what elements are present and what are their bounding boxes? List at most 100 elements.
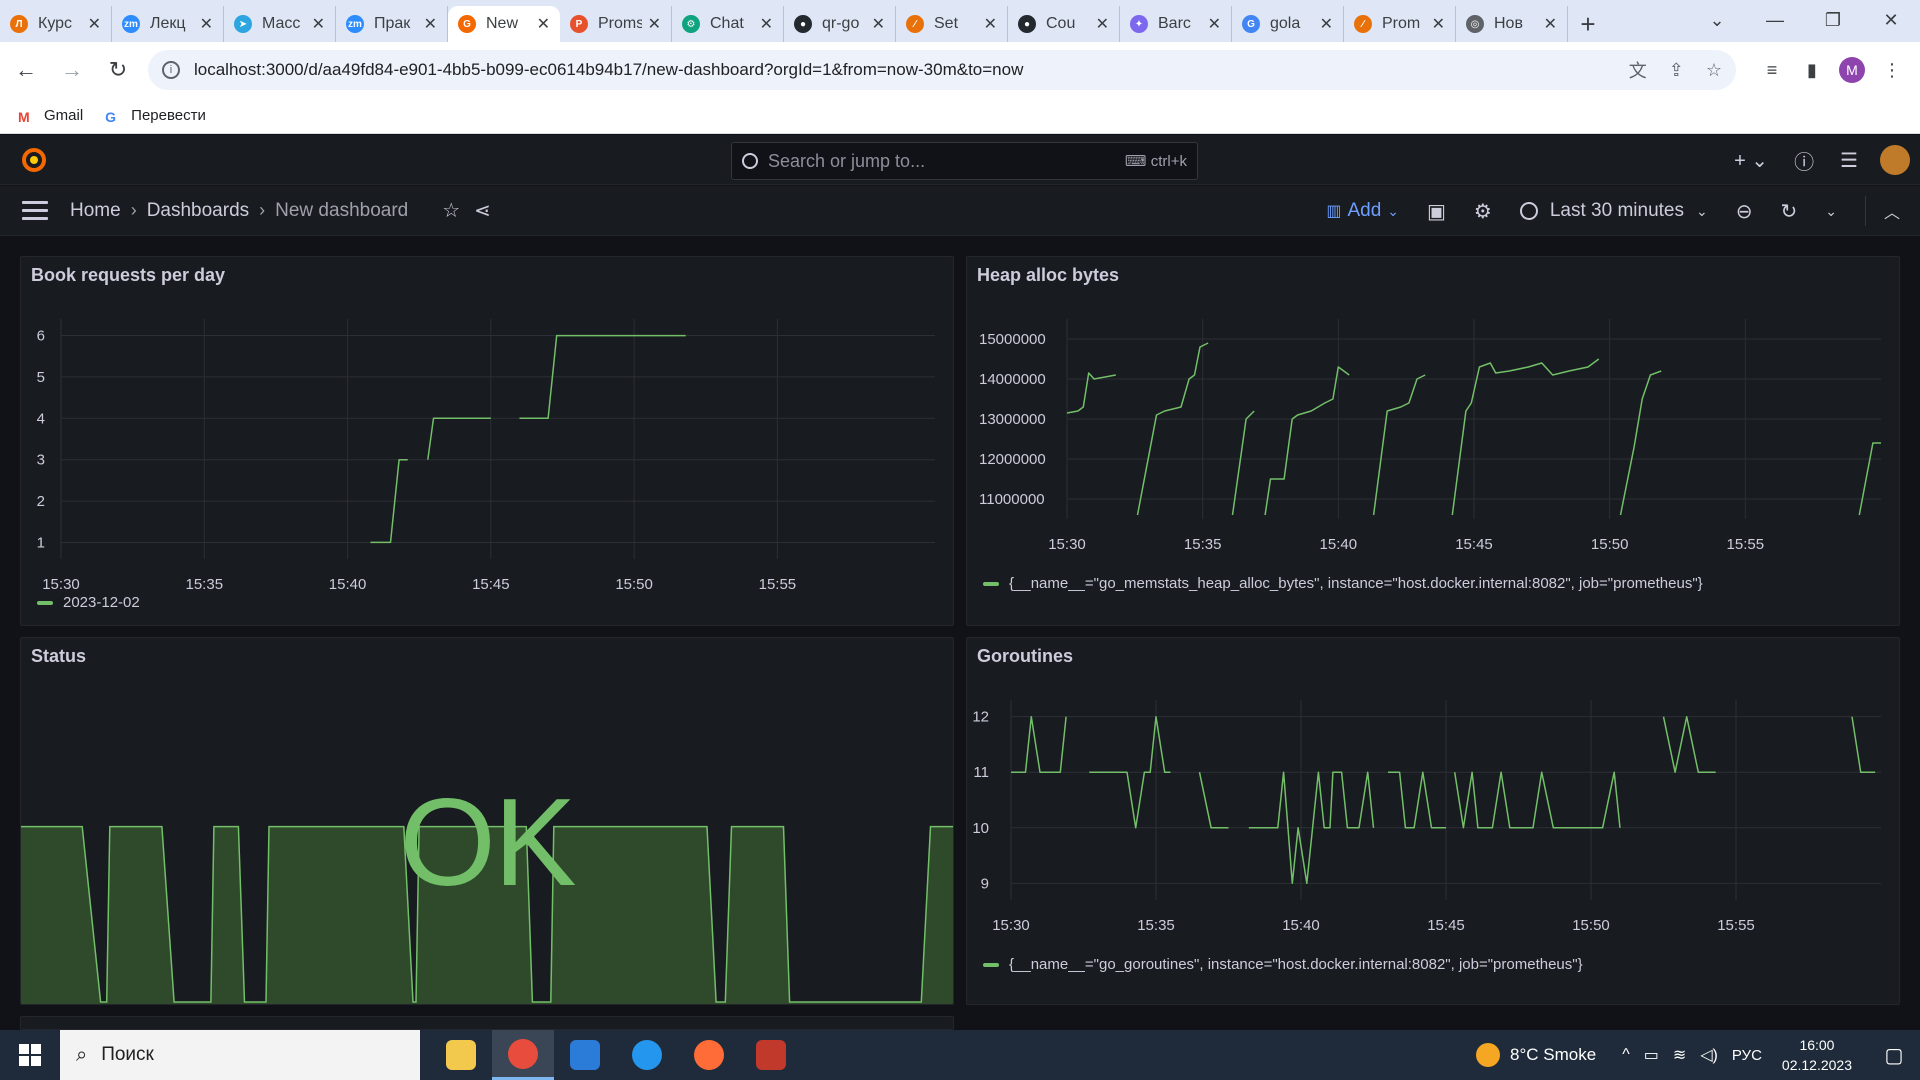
chart-legend[interactable]: {__name__="go_goroutines", instance="hos… bbox=[983, 956, 1583, 973]
profile-avatar[interactable]: M bbox=[1839, 57, 1865, 83]
reload-button[interactable]: ↻ bbox=[98, 50, 138, 90]
bookmark-item[interactable]: M Gmail bbox=[18, 107, 83, 125]
menu-toggle-icon[interactable] bbox=[22, 201, 48, 220]
browser-tab[interactable]: ⚙ Chat ✕ bbox=[672, 6, 784, 42]
browser-tab[interactable]: ◎ Нов ✕ bbox=[1456, 6, 1568, 42]
chevron-right-icon: › bbox=[259, 200, 266, 220]
notifications-icon[interactable]: ▢ bbox=[1876, 1043, 1912, 1068]
clock-date: 02.12.2023 bbox=[1781, 1057, 1852, 1073]
grafana-logo-icon[interactable] bbox=[20, 146, 48, 174]
settings-gear-icon[interactable]: ⚙ bbox=[1474, 199, 1492, 224]
browser-tab[interactable]: P Proms ✕ bbox=[560, 6, 672, 42]
minimize-button[interactable]: — bbox=[1746, 0, 1804, 40]
bookmark-icon: M bbox=[18, 108, 30, 125]
tab-close-icon[interactable]: ✕ bbox=[872, 14, 885, 34]
app-icon[interactable] bbox=[740, 1030, 802, 1080]
forward-button[interactable]: → bbox=[52, 50, 92, 90]
news-feed-icon[interactable]: ☰ bbox=[1840, 148, 1858, 173]
browser-tab[interactable]: ⁄ Prom ✕ bbox=[1344, 6, 1456, 42]
tab-close-icon[interactable]: ✕ bbox=[1208, 14, 1221, 34]
refresh-icon[interactable]: ↻ bbox=[1780, 199, 1797, 224]
maximize-button[interactable]: ❐ bbox=[1804, 0, 1862, 40]
file-explorer-icon[interactable] bbox=[430, 1030, 492, 1080]
tab-close-icon[interactable]: ✕ bbox=[984, 14, 997, 34]
browser-tab[interactable]: ● qr-go ✕ bbox=[784, 6, 896, 42]
tab-close-icon[interactable]: ✕ bbox=[760, 14, 773, 34]
wifi-icon[interactable]: ≋ bbox=[1673, 1045, 1686, 1065]
tab-favicon-icon: ● bbox=[794, 15, 812, 33]
postman-icon[interactable] bbox=[678, 1030, 740, 1080]
docker-icon[interactable] bbox=[616, 1030, 678, 1080]
new-tab-button[interactable]: + bbox=[1568, 6, 1608, 42]
tab-close-icon[interactable]: ✕ bbox=[88, 14, 101, 34]
weather-widget[interactable]: 8°C Smoke bbox=[1476, 1043, 1596, 1067]
share-icon[interactable]: ⇪ bbox=[1669, 60, 1684, 81]
battery-icon[interactable]: ▭ bbox=[1644, 1045, 1659, 1065]
tab-favicon-icon: ➤ bbox=[234, 15, 252, 33]
tab-close-icon[interactable]: ✕ bbox=[200, 14, 213, 34]
star-icon[interactable]: ☆ bbox=[442, 198, 460, 223]
panel-status[interactable]: Status OK bbox=[20, 637, 954, 1005]
browser-tab[interactable]: ➤ Масс ✕ bbox=[224, 6, 336, 42]
translate-icon[interactable]: 文 bbox=[1629, 57, 1647, 83]
chevron-up-icon[interactable]: ^ bbox=[1622, 1046, 1630, 1064]
browser-tab[interactable]: G New ✕ bbox=[448, 6, 560, 42]
panel-heap-alloc[interactable]: Heap alloc bytes 15:30 15:35 15:40 15:45 15:… bbox=[966, 256, 1900, 626]
tab-close-icon[interactable]: ✕ bbox=[1544, 14, 1557, 34]
side-panel-icon[interactable]: ▮ bbox=[1792, 60, 1832, 81]
tab-title: Прак bbox=[374, 15, 411, 32]
tab-close-icon[interactable]: ✕ bbox=[1096, 14, 1109, 34]
reading-list-icon[interactable]: ≡ bbox=[1752, 60, 1792, 81]
y-tick-label: 15000000 bbox=[979, 331, 1046, 348]
taskbar-search-input[interactable]: ⌕ Поиск bbox=[60, 1030, 420, 1080]
browser-tab[interactable]: ✦ Barc ✕ bbox=[1120, 6, 1232, 42]
chrome-icon[interactable] bbox=[492, 1030, 554, 1080]
browser-menu-icon[interactable]: ⋮ bbox=[1872, 60, 1912, 81]
volume-icon[interactable]: ◁) bbox=[1700, 1045, 1718, 1065]
tab-close-icon[interactable]: ✕ bbox=[1432, 14, 1445, 34]
tab-close-icon[interactable]: ✕ bbox=[312, 14, 325, 34]
time-range-picker[interactable]: Last 30 minutes ⌄ bbox=[1519, 200, 1708, 222]
bookmark-item[interactable]: G Перевести bbox=[105, 107, 206, 125]
language-indicator[interactable]: РУС bbox=[1732, 1047, 1762, 1064]
browser-tab[interactable]: Ggola ✕ bbox=[1232, 6, 1344, 42]
chart-legend[interactable]: 2023-12-02 bbox=[37, 594, 140, 611]
tab-close-icon[interactable]: ✕ bbox=[648, 14, 661, 34]
x-tick-label: 15:50 bbox=[615, 576, 653, 593]
browser-tab[interactable]: Л Курс ✕ bbox=[0, 6, 112, 42]
grafana-search-input[interactable]: Search or jump to... ⌨ ctrl+k bbox=[731, 142, 1198, 180]
close-window-button[interactable]: ✕ bbox=[1862, 0, 1920, 40]
save-dashboard-icon[interactable]: ▣ bbox=[1427, 199, 1446, 224]
panel-book-requests[interactable]: Book requests per day 15:30 15:35 15:40 15:… bbox=[20, 256, 954, 626]
panel-goroutines[interactable]: Goroutines 15:30 15:35 15:40 15:45 15:50 15:5… bbox=[966, 637, 1900, 1005]
user-avatar[interactable] bbox=[1880, 145, 1910, 175]
share-icon[interactable]: ⋖ bbox=[474, 198, 491, 223]
tab-close-icon[interactable]: ✕ bbox=[537, 14, 550, 34]
bookmark-star-icon[interactable]: ☆ bbox=[1706, 60, 1722, 81]
back-button[interactable]: ← bbox=[6, 50, 46, 90]
clock[interactable]: 16:00 02.12.2023 bbox=[1782, 1035, 1852, 1075]
refresh-interval-chevron-icon[interactable]: ⌄ bbox=[1825, 203, 1837, 220]
new-menu-icon[interactable]: + ⌄ bbox=[1734, 148, 1768, 173]
browser-tab[interactable]: ⁄ Set ✕ bbox=[896, 6, 1008, 42]
chart-legend[interactable]: {__name__="go_memstats_heap_alloc_bytes"… bbox=[983, 575, 1703, 592]
browser-tab[interactable]: zm Лекц ✕ bbox=[112, 6, 224, 42]
tab-close-icon[interactable]: ✕ bbox=[1320, 14, 1333, 34]
tab-search-icon[interactable]: ⌄ bbox=[1688, 0, 1746, 40]
y-tick-label: 11000000 bbox=[979, 491, 1045, 508]
add-button[interactable]: ▥ Add ⌄ bbox=[1326, 200, 1399, 222]
browser-tab[interactable]: zm Прак ✕ bbox=[336, 6, 448, 42]
breadcrumb-dashboards[interactable]: Dashboards bbox=[147, 200, 249, 222]
tab-close-icon[interactable]: ✕ bbox=[424, 14, 437, 34]
site-info-icon[interactable]: i bbox=[162, 61, 180, 79]
browser-tab[interactable]: ● Cou ✕ bbox=[1008, 6, 1120, 42]
start-button[interactable] bbox=[0, 1030, 60, 1080]
zoom-out-icon[interactable]: ⊖ bbox=[1736, 199, 1753, 224]
help-icon[interactable]: ⓘ bbox=[1794, 146, 1814, 175]
collapse-chevron-up-icon[interactable]: ︿ bbox=[1884, 199, 1900, 223]
book-requests-chart: 15:30 15:35 15:40 15:45 15:50 15:55 1 2 3 4 5 6 bbox=[37, 319, 935, 593]
top-bar-actions: + ⌄ ⓘ ☰ bbox=[1708, 135, 1910, 185]
url-input[interactable]: i localhost:3000/d/aa49fd84-e901-4bb5-b0… bbox=[148, 50, 1736, 90]
breadcrumb-home[interactable]: Home bbox=[70, 200, 121, 222]
intellij-icon[interactable] bbox=[554, 1030, 616, 1080]
